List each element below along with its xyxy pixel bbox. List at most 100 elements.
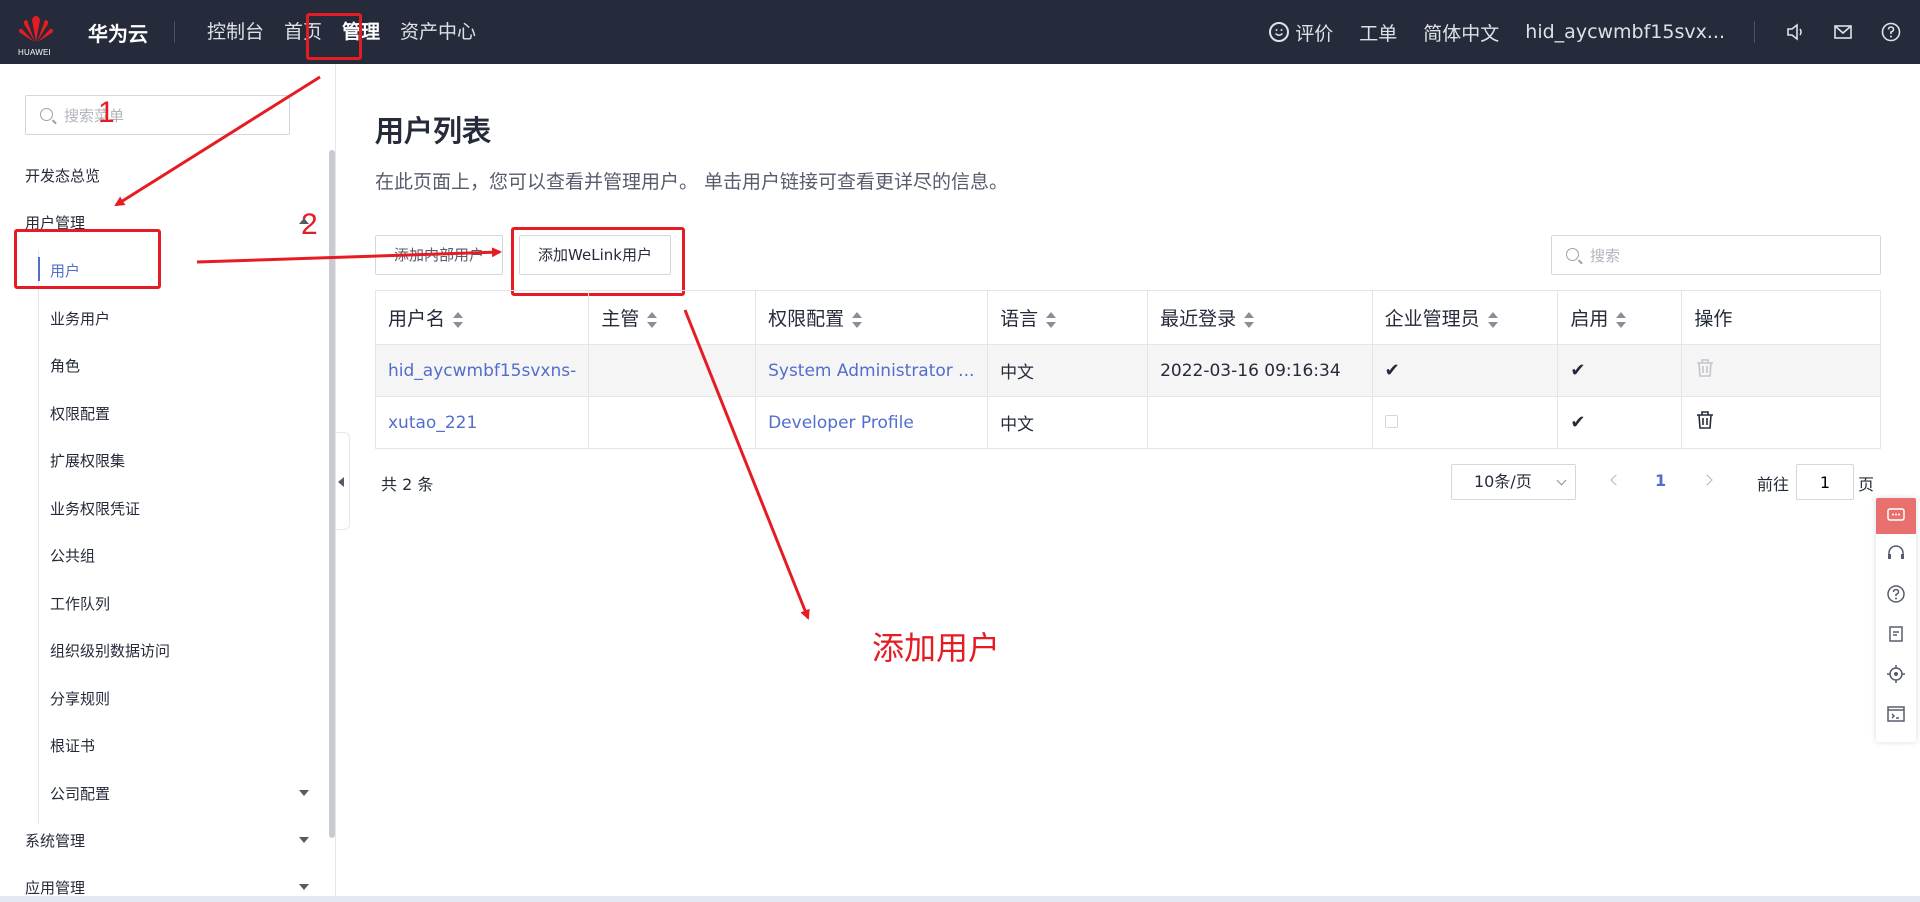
- sidebar-search-input[interactable]: [64, 104, 284, 128]
- user-search: [1551, 235, 1881, 275]
- chevron-down-icon[interactable]: [299, 884, 309, 890]
- total-count: 共 2 条: [381, 475, 434, 494]
- sidebar-item-company-config[interactable]: 公司配置: [50, 783, 110, 804]
- sidebar-item-system-mgmt[interactable]: 系统管理: [25, 830, 85, 851]
- feedback-link[interactable]: 评价: [1256, 19, 1346, 46]
- goto-page-input[interactable]: [1796, 464, 1854, 500]
- col-enabled[interactable]: 启用: [1557, 290, 1683, 345]
- sidebar-search: [25, 95, 290, 135]
- col-last-login[interactable]: 最近登录: [1147, 290, 1373, 345]
- add-internal-user-button[interactable]: 添加内部用户: [375, 235, 503, 275]
- page-size-select[interactable]: 10条/页: [1451, 464, 1576, 500]
- annotation-number-2: 2: [301, 208, 318, 241]
- help-icon[interactable]: [1880, 21, 1902, 43]
- chevron-down-icon[interactable]: [299, 790, 309, 796]
- sort-icon[interactable]: [1046, 311, 1057, 328]
- sort-icon[interactable]: [1244, 311, 1255, 328]
- sidebar-item-profiles[interactable]: 权限配置: [50, 403, 110, 424]
- feedback-label: 评价: [1295, 22, 1334, 45]
- actions-cell: [1681, 396, 1881, 449]
- col-actions: 操作: [1681, 290, 1881, 345]
- logo-text: HUAWEI: [18, 48, 51, 57]
- top-bar: HUAWEI 华为云 控制台 首页 管理 资产中心 评价 工单 简体中文 hid…: [0, 0, 1920, 64]
- page-description: 在此页面上，您可以查看并管理用户。 单击用户链接可查看更详尽的信息。: [375, 171, 1009, 193]
- col-admin[interactable]: 企业管理员: [1371, 290, 1559, 345]
- page-size-value: 10条/页: [1474, 472, 1532, 491]
- question-icon[interactable]: [1886, 584, 1906, 604]
- sort-icon[interactable]: [453, 311, 464, 328]
- divider: [174, 21, 175, 43]
- floating-toolbar: [1876, 498, 1916, 742]
- language-cell: 中文: [987, 396, 1149, 449]
- ticket-link[interactable]: 工单: [1346, 19, 1410, 46]
- next-page-icon[interactable]: [1701, 474, 1713, 486]
- language-switch[interactable]: 简体中文: [1410, 19, 1512, 46]
- profile-link[interactable]: System Administrator ...: [755, 344, 989, 397]
- enabled-cell: ✔: [1557, 344, 1683, 397]
- sidebar-item-work-queues[interactable]: 工作队列: [50, 593, 110, 614]
- col-username[interactable]: 用户名: [374, 290, 590, 345]
- sidebar-collapse-toggle[interactable]: [336, 432, 350, 530]
- goto-suffix: 页: [1858, 475, 1875, 494]
- sidebar-item-business-users[interactable]: 业务用户: [50, 308, 110, 329]
- sort-icon[interactable]: [852, 311, 863, 328]
- speaker-icon[interactable]: [1784, 21, 1806, 43]
- nav-console[interactable]: 控制台: [197, 0, 274, 64]
- manager-cell: [588, 344, 757, 397]
- goto-label: 前往: [1757, 475, 1790, 494]
- sort-icon[interactable]: [1487, 311, 1498, 328]
- nav-assets[interactable]: 资产中心: [390, 0, 486, 64]
- user-account[interactable]: hid_aycwmbf15svx...: [1512, 21, 1738, 43]
- col-profile[interactable]: 权限配置: [755, 290, 989, 345]
- check-icon: ✔: [1570, 360, 1586, 381]
- user-search-input[interactable]: [1590, 244, 1860, 268]
- page-title: 用户列表: [375, 114, 492, 148]
- last-login-cell: [1147, 396, 1373, 449]
- sort-icon[interactable]: [1616, 311, 1627, 328]
- sidebar-item-public-groups[interactable]: 公共组: [50, 545, 95, 566]
- col-manager[interactable]: 主管: [588, 290, 757, 345]
- annotation-box-welink: [511, 227, 685, 296]
- language-cell: 中文: [987, 344, 1149, 397]
- sidebar-item-org-data-access[interactable]: 组织级别数据访问: [50, 640, 170, 661]
- sidebar-item-business-credentials[interactable]: 业务权限凭证: [50, 498, 140, 519]
- brand-name[interactable]: 华为云: [88, 18, 148, 47]
- sidebar-item-roles[interactable]: 角色: [50, 355, 80, 376]
- search-icon: [1566, 248, 1579, 261]
- actions-cell: [1681, 344, 1881, 397]
- note-icon[interactable]: [1886, 624, 1906, 644]
- chat-button[interactable]: [1876, 498, 1916, 534]
- search-icon: [40, 108, 53, 121]
- terminal-icon[interactable]: [1886, 704, 1906, 724]
- chevron-down-icon[interactable]: [299, 837, 309, 843]
- current-page[interactable]: 1: [1655, 471, 1666, 490]
- smile-icon: [1269, 22, 1290, 42]
- mail-icon[interactable]: [1832, 21, 1854, 43]
- huawei-logo[interactable]: HUAWEI: [18, 14, 54, 57]
- profile-link[interactable]: Developer Profile: [755, 396, 989, 449]
- annotation-box-manage: [306, 13, 362, 60]
- top-right-menu: 评价 工单 简体中文 hid_aycwmbf15svx...: [1256, 0, 1920, 64]
- annotation-number-1: 1: [98, 96, 115, 129]
- chat-icon: [1887, 508, 1905, 521]
- bottom-strip: [0, 896, 1920, 902]
- sidebar-item-root-cert[interactable]: 根证书: [50, 735, 95, 756]
- table-row: xutao_221 Developer Profile 中文 ✔: [374, 396, 1881, 449]
- target-icon[interactable]: [1886, 664, 1906, 684]
- headset-icon[interactable]: [1886, 544, 1906, 564]
- sidebar-scrollbar[interactable]: [329, 150, 335, 838]
- user-table: 用户名 主管 权限配置 语言 最近登录 企业管理员 启用 操作 hid_aycw…: [374, 290, 1881, 449]
- prev-page-icon[interactable]: [1610, 474, 1622, 486]
- sidebar-item-permission-sets[interactable]: 扩展权限集: [50, 450, 125, 471]
- delete-icon[interactable]: [1694, 409, 1716, 431]
- sidebar-item-sharing-rules[interactable]: 分享规则: [50, 688, 110, 709]
- sidebar-item-app-mgmt[interactable]: 应用管理: [25, 877, 85, 898]
- check-icon: ✔: [1384, 360, 1400, 381]
- username-link[interactable]: hid_aycwmbf15svxns-: [374, 344, 590, 397]
- annotation-box-users: [14, 229, 161, 289]
- col-language[interactable]: 语言: [987, 290, 1149, 345]
- delete-icon: [1697, 359, 1714, 377]
- sort-icon[interactable]: [647, 311, 658, 328]
- username-link[interactable]: xutao_221: [374, 396, 590, 449]
- sidebar-item-overview[interactable]: 开发态总览: [25, 165, 100, 186]
